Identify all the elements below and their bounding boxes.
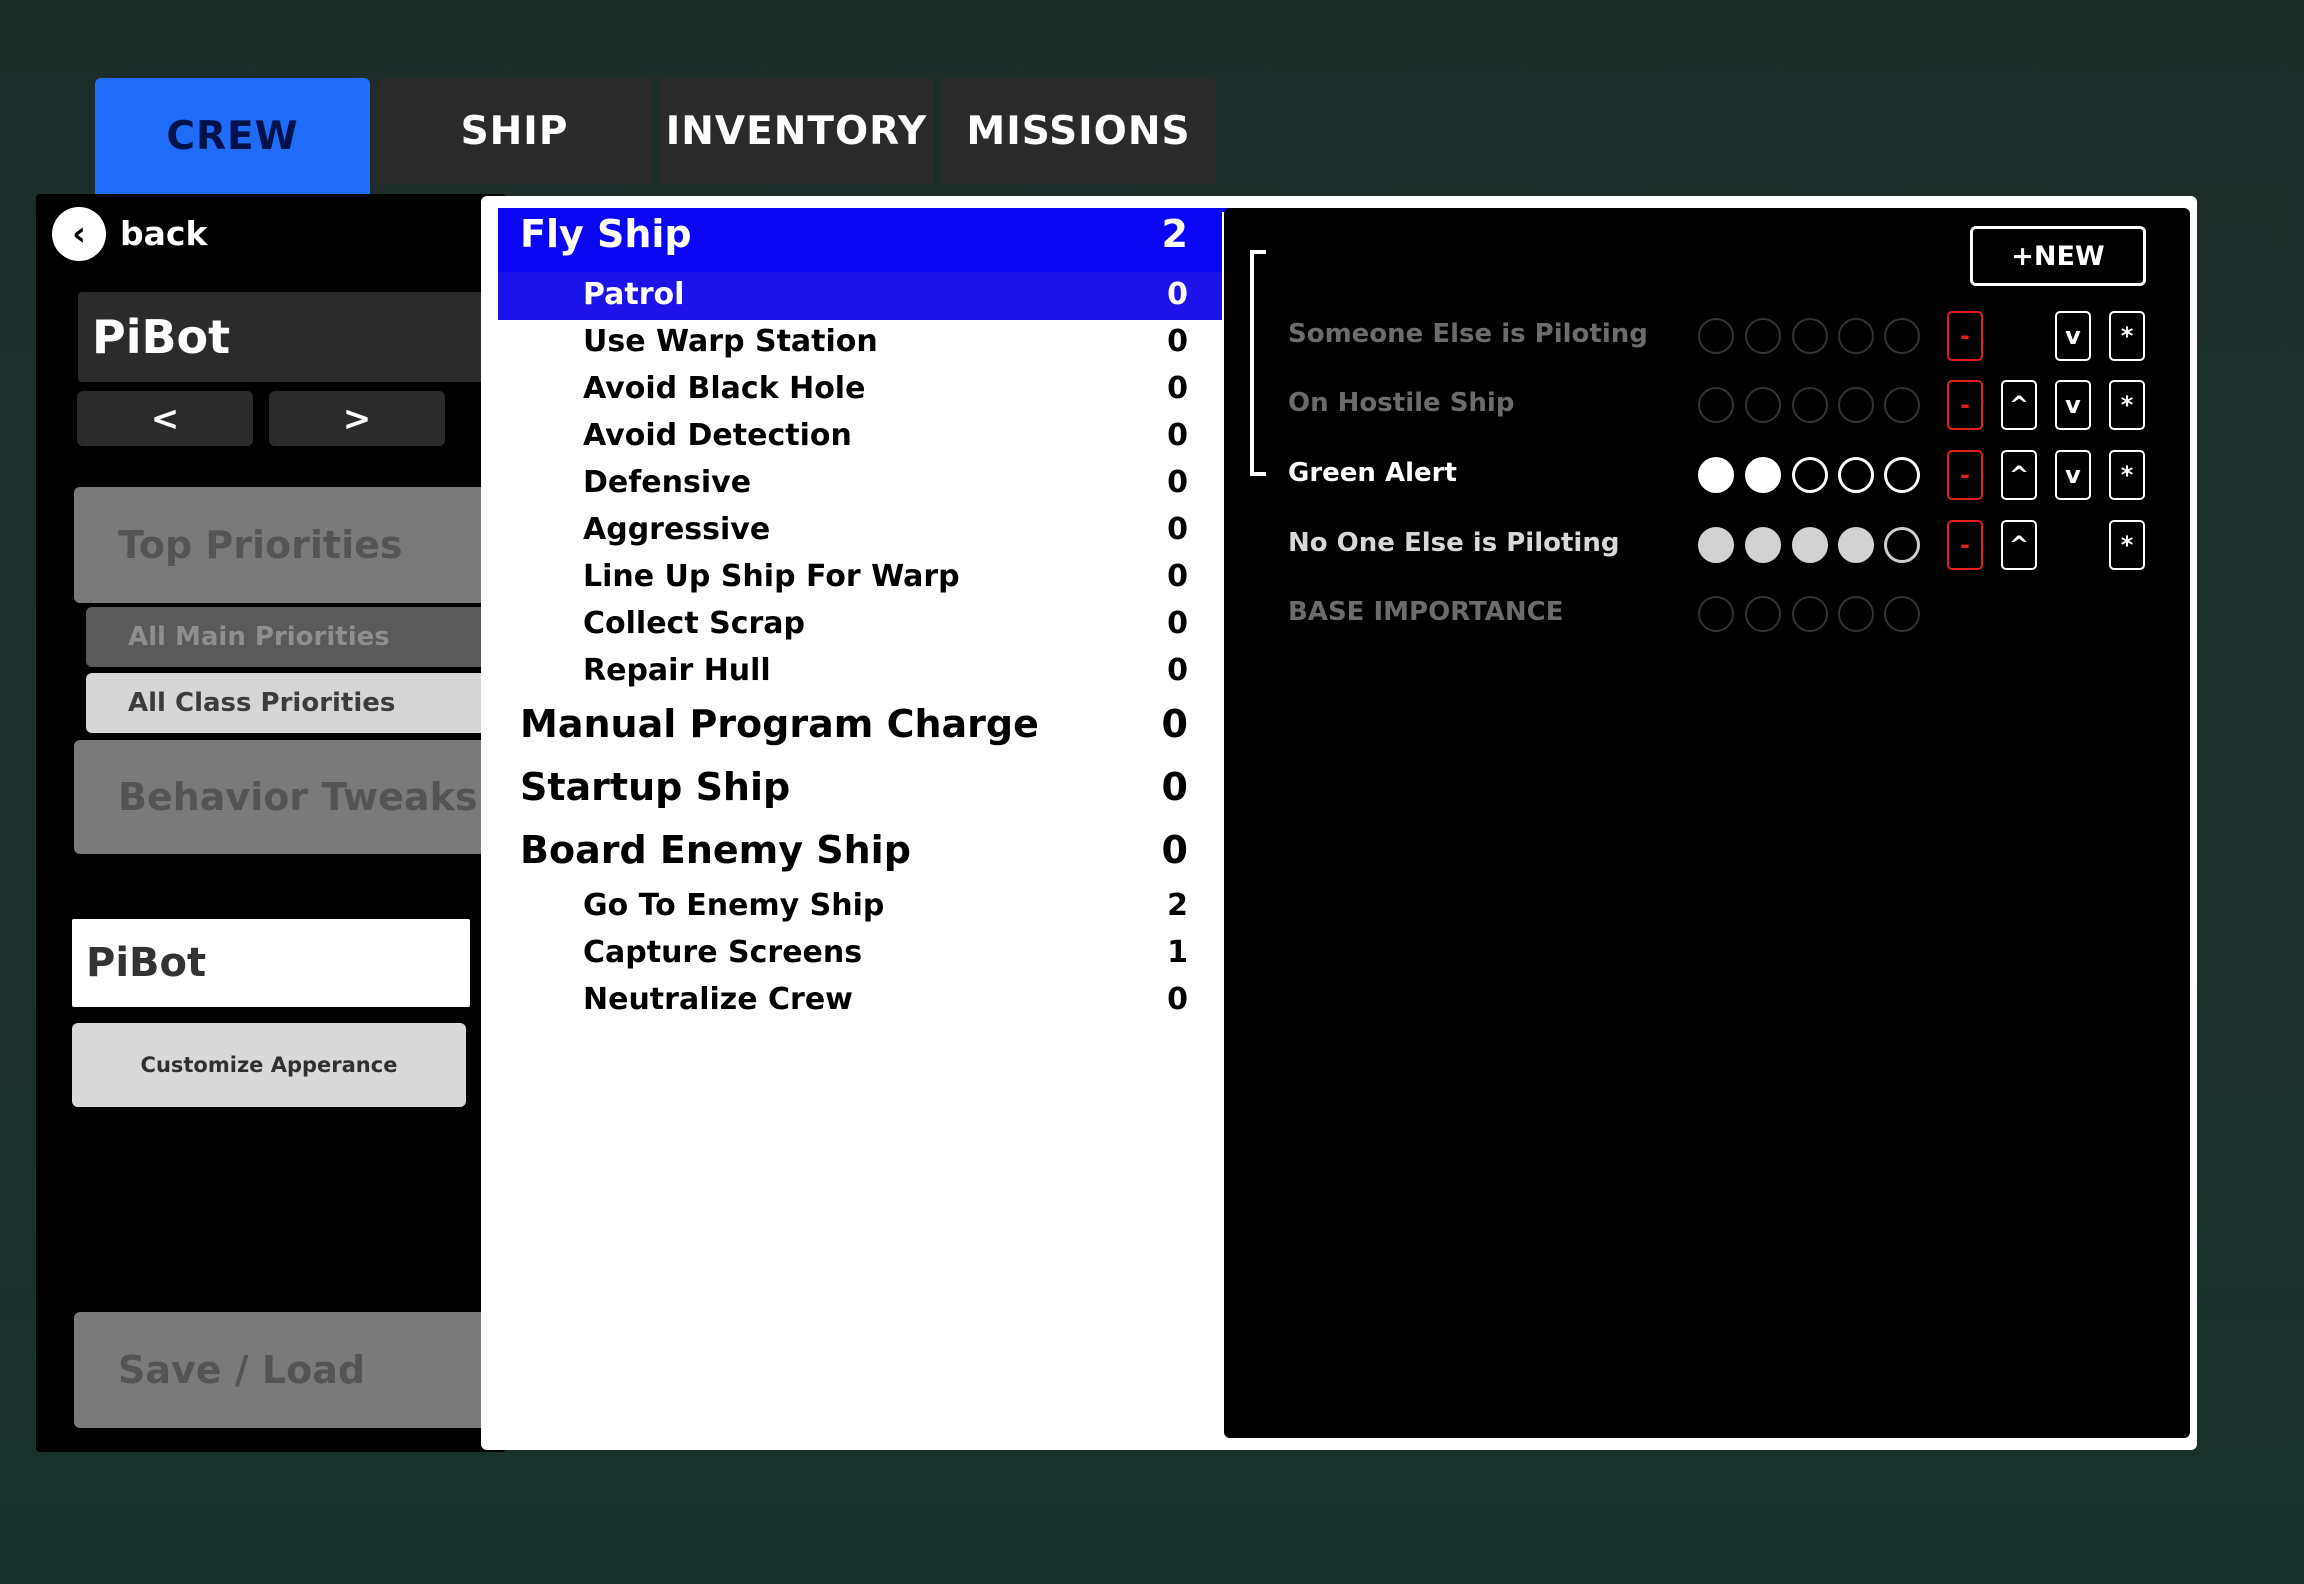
priority-label: Startup Ship [520, 765, 791, 809]
importance-dot[interactable] [1698, 596, 1734, 632]
priority-value: 0 [1167, 277, 1188, 312]
priority-label: Defensive [583, 465, 752, 500]
condition-label: On Hostile Ship [1288, 388, 1515, 418]
condition-label: No One Else is Piloting [1288, 528, 1620, 558]
importance-dot[interactable] [1792, 527, 1828, 563]
priority-value: 0 [1167, 371, 1188, 406]
importance-dot[interactable] [1884, 596, 1920, 632]
priority-label: Aggressive [583, 512, 771, 547]
priority-value: 0 [1167, 324, 1188, 359]
move-down-button[interactable]: v [2055, 380, 2091, 430]
priority-value: 0 [1167, 559, 1188, 594]
priority-value: 2 [1167, 888, 1188, 923]
priority-value: 0 [1161, 702, 1188, 746]
importance-dot[interactable] [1792, 387, 1828, 423]
move-down-button[interactable]: v [2055, 311, 2091, 361]
importance-dot[interactable] [1745, 457, 1781, 493]
save-load-button[interactable]: Save / Load [74, 1312, 508, 1428]
priority-label: Patrol [583, 277, 685, 312]
decrease-button[interactable]: - [1947, 311, 1983, 361]
move-down-button[interactable]: v [2055, 450, 2091, 500]
importance-dot[interactable] [1838, 596, 1874, 632]
decrease-button[interactable]: - [1947, 520, 1983, 570]
priority-value: 0 [1167, 606, 1188, 641]
star-button[interactable]: * [2109, 520, 2145, 570]
importance-dot[interactable] [1792, 457, 1828, 493]
priority-label: Collect Scrap [583, 606, 806, 641]
next-crew-button[interactable]: > [269, 391, 445, 446]
importance-dot[interactable] [1838, 318, 1874, 354]
importance-dot[interactable] [1745, 527, 1781, 563]
condition-label: Green Alert [1288, 458, 1457, 488]
priority-value: 0 [1167, 653, 1188, 688]
back-button[interactable]: back [120, 214, 207, 253]
priority-value: 0 [1161, 828, 1188, 872]
all-class-priorities-button[interactable]: All Class Priorities [86, 673, 508, 733]
importance-dot[interactable] [1745, 387, 1781, 423]
crew-name-input[interactable]: PiBot [72, 919, 470, 1007]
importance-dot[interactable] [1838, 527, 1874, 563]
condition-group-bracket [1250, 250, 1266, 476]
importance-dot[interactable] [1838, 457, 1874, 493]
star-button[interactable]: * [2109, 311, 2145, 361]
priority-value: 2 [1161, 212, 1188, 256]
condition-label: Someone Else is Piloting [1288, 319, 1648, 349]
priority-label: Repair Hull [583, 653, 771, 688]
move-up-button[interactable]: ^ [2001, 520, 2037, 570]
importance-dot[interactable] [1745, 318, 1781, 354]
importance-dot[interactable] [1884, 527, 1920, 563]
all-main-priorities-button[interactable]: All Main Priorities [86, 607, 508, 667]
condition-label: BASE IMPORTANCE [1288, 597, 1564, 627]
priority-label: Go To Enemy Ship [583, 888, 885, 923]
priority-label: Capture Screens [583, 935, 863, 970]
importance-dot[interactable] [1884, 457, 1920, 493]
priority-label: Line Up Ship For Warp [583, 559, 960, 594]
tab-inventory[interactable]: INVENTORY [659, 78, 934, 184]
importance-dot[interactable] [1698, 387, 1734, 423]
importance-dot[interactable] [1884, 318, 1920, 354]
priority-value: 0 [1167, 418, 1188, 453]
priority-value: 0 [1167, 465, 1188, 500]
importance-dot[interactable] [1792, 596, 1828, 632]
priority-label: Fly Ship [520, 212, 692, 256]
new-condition-button[interactable]: +NEW [1970, 226, 2146, 286]
tab-missions[interactable]: MISSIONS [941, 78, 1216, 184]
star-button[interactable]: * [2109, 380, 2145, 430]
priority-label: Avoid Black Hole [583, 371, 866, 406]
importance-dot[interactable] [1698, 527, 1734, 563]
customize-appearance-button[interactable]: Customize Apperance [72, 1023, 466, 1107]
move-up-button[interactable]: ^ [2001, 450, 2037, 500]
priority-label: Manual Program Charge [520, 702, 1039, 746]
priority-value: 1 [1167, 935, 1188, 970]
importance-dot[interactable] [1838, 387, 1874, 423]
priority-label: Neutralize Crew [583, 982, 853, 1017]
move-up-button[interactable]: ^ [2001, 380, 2037, 430]
previous-crew-button[interactable]: < [77, 391, 253, 446]
star-button[interactable]: * [2109, 450, 2145, 500]
importance-dot[interactable] [1792, 318, 1828, 354]
importance-dot[interactable] [1698, 457, 1734, 493]
tab-crew[interactable]: CREW [95, 78, 370, 194]
priority-value: 0 [1167, 982, 1188, 1017]
behavior-tweaks-button[interactable]: Behavior Tweaks [74, 740, 508, 854]
priority-label: Board Enemy Ship [520, 828, 911, 872]
tab-ship[interactable]: SHIP [377, 78, 652, 184]
importance-dot[interactable] [1698, 318, 1734, 354]
importance-dot[interactable] [1884, 387, 1920, 423]
priority-value: 0 [1167, 512, 1188, 547]
crew-name-title: PiBot [78, 292, 508, 382]
back-arrow-icon[interactable]: ‹ [52, 207, 106, 261]
importance-dot[interactable] [1745, 596, 1781, 632]
top-priorities-button[interactable]: Top Priorities [74, 487, 508, 603]
decrease-button[interactable]: - [1947, 380, 1983, 430]
decrease-button[interactable]: - [1947, 450, 1983, 500]
priority-label: Avoid Detection [583, 418, 852, 453]
priority-value: 0 [1161, 765, 1188, 809]
priority-label: Use Warp Station [583, 324, 878, 359]
